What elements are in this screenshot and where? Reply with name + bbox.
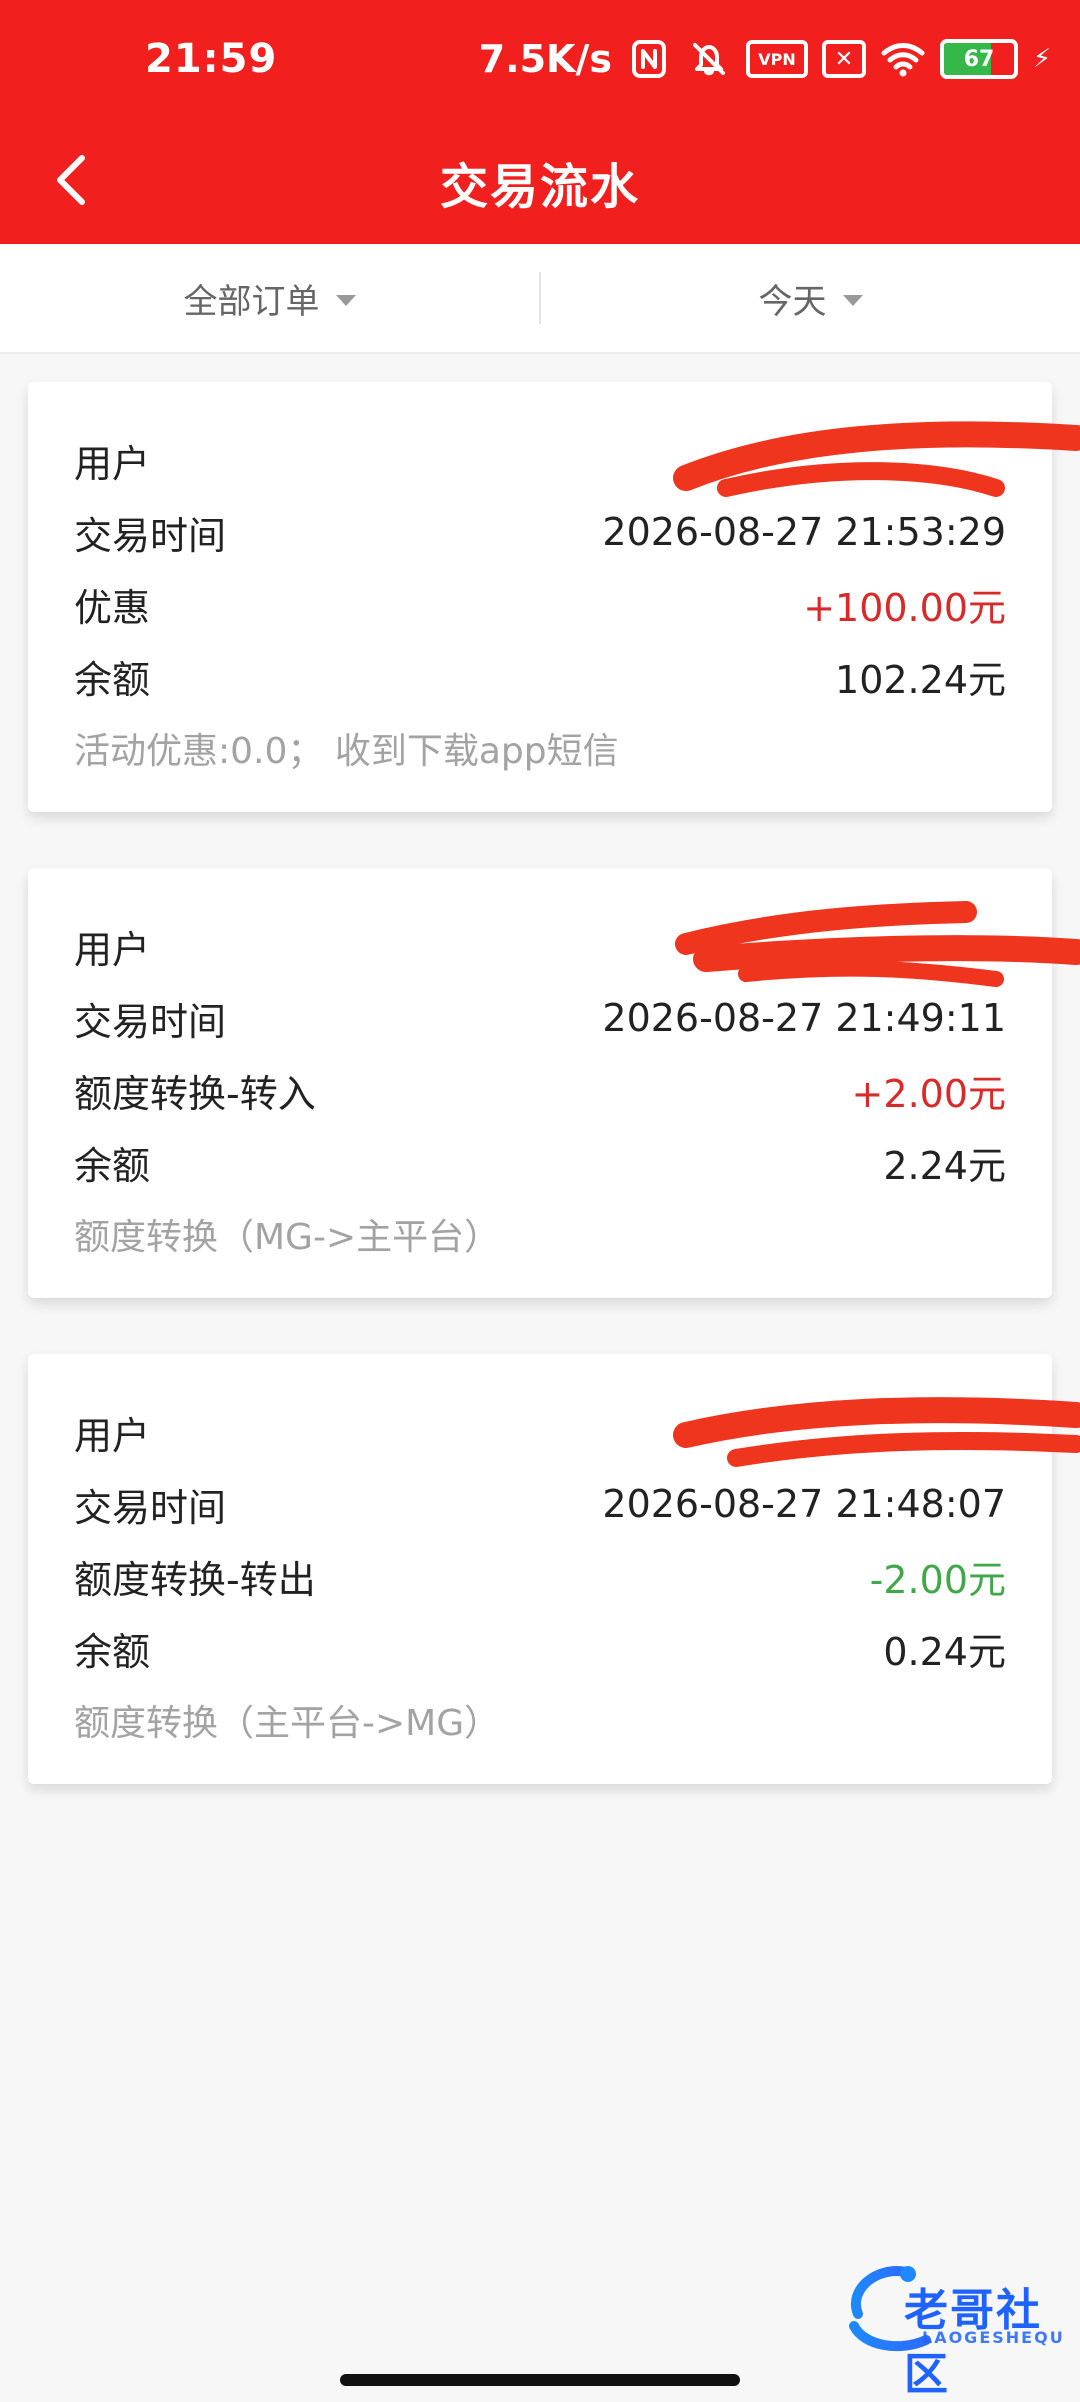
type-label: 额度转换-转入 [74,1071,316,1116]
user-row: 用户 [74,1396,1006,1468]
date-filter-dropdown[interactable]: 今天 [541,244,1080,352]
gesture-bar [340,2374,740,2386]
date-filter-label: 今天 [758,281,827,322]
transaction-card[interactable]: 用户 交易时间 2026-08-27 21:53:29 优惠 +100.00元 … [28,382,1080,812]
page-title: 交易流水 [439,159,640,215]
status-icons: 7.5K/s VPN ✕ 67 ⚡ [479,36,1052,82]
vpn-icon: VPN [746,40,808,78]
balance-value: 0.24元 [883,1629,1006,1674]
user-label: 用户 [74,441,151,486]
type-label: 优惠 [74,585,151,630]
filter-bar: 全部订单 今天 [0,244,1080,354]
balance-label: 余额 [74,1143,151,1188]
time-label: 交易时间 [74,1485,227,1530]
balance-label: 余额 [74,1629,151,1674]
balance-value: 102.24元 [835,657,1006,702]
order-filter-label: 全部订单 [183,281,320,322]
time-row: 交易时间 2026-08-27 21:53:29 [74,496,1006,568]
time-row: 交易时间 2026-08-27 21:49:11 [74,982,1006,1054]
balance-row: 余额 0.24元 [74,1612,1006,1684]
amount-value: +100.00元 [803,585,1006,630]
mute-icon [686,39,732,79]
user-row: 用户 [74,424,1006,496]
balance-row: 余额 2.24元 [74,1126,1006,1198]
transaction-note: 活动优惠:0.0； 收到下载app短信 [74,731,619,772]
amount-value: +2.00元 [851,1071,1006,1116]
charging-bolt-icon: ⚡ [1032,44,1052,74]
user-label: 用户 [74,1413,151,1458]
time-value: 2026-08-27 21:48:07 [602,1482,1006,1526]
type-row: 优惠 +100.00元 [74,568,1006,640]
type-label: 额度转换-转出 [74,1557,316,1602]
amount-value: -2.00元 [869,1557,1006,1602]
time-value: 2026-08-27 21:49:11 [602,996,1006,1040]
user-label: 用户 [74,927,151,972]
type-row: 额度转换-转出 -2.00元 [74,1540,1006,1612]
watermark: 老哥社区 LAOGESHEQU [830,2248,1070,2400]
status-time: 21:59 [145,36,278,82]
balance-value: 2.24元 [883,1143,1006,1188]
order-filter-dropdown[interactable]: 全部订单 [0,244,539,352]
balance-label: 余额 [74,657,151,702]
network-speed: 7.5K/s [478,37,612,81]
time-label: 交易时间 [74,513,227,558]
caret-down-icon [842,294,863,306]
battery-text: 67 [963,46,995,72]
time-label: 交易时间 [74,999,227,1044]
transaction-card[interactable]: 用户 交易时间 2026-08-27 21:49:11 额度转换-转入 +2.0… [28,868,1080,1298]
chevron-left-icon [50,150,94,214]
wifi-icon [880,39,926,79]
transaction-note: 额度转换（主平台->MG） [74,1703,501,1744]
x-sim-icon: ✕ [822,40,866,78]
nfc-icon [626,39,672,79]
battery-icon: 67 [940,39,1018,79]
app-bar: 交易流水 [0,120,1080,244]
time-row: 交易时间 2026-08-27 21:48:07 [74,1468,1006,1540]
transaction-note: 额度转换（MG->主平台） [74,1217,501,1258]
user-row: 用户 [74,910,1006,982]
balance-row: 余额 102.24元 [74,640,1006,712]
back-button[interactable] [50,120,130,244]
time-value: 2026-08-27 21:53:29 [602,510,1006,554]
transaction-list: 用户 交易时间 2026-08-27 21:53:29 优惠 +100.00元 … [28,382,1080,1840]
transaction-card[interactable]: 用户 交易时间 2026-08-27 21:48:07 额度转换-转出 -2.0… [28,1354,1080,1784]
watermark-subtext: LAOGESHEQU [922,2328,1065,2347]
type-row: 额度转换-转入 +2.00元 [74,1054,1006,1126]
caret-down-icon [335,294,356,306]
status-bar: 21:59 7.5K/s VPN ✕ 67 ⚡ [0,0,1080,120]
